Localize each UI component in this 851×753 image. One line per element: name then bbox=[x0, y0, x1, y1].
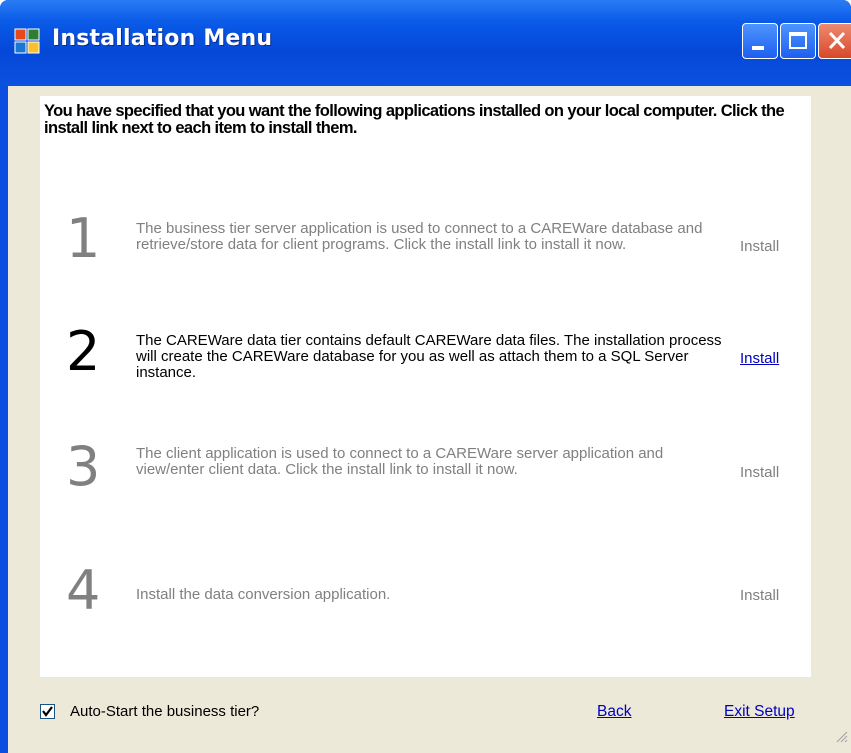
item-number: 1 bbox=[66, 207, 101, 270]
back-link[interactable]: Back bbox=[597, 703, 631, 721]
install-item-4: 4 Install the data conversion applicatio… bbox=[40, 558, 811, 658]
install-link-1[interactable]: Install bbox=[740, 238, 779, 255]
minimize-button[interactable] bbox=[742, 23, 778, 59]
install-item-2: 2 The CAREWare data tier contains defaul… bbox=[40, 323, 811, 423]
instructions-text: You have specified that you want the fol… bbox=[44, 102, 785, 137]
close-icon bbox=[828, 31, 846, 50]
install-link-2[interactable]: Install bbox=[740, 350, 779, 367]
install-items-panel: 1 The business tier server application i… bbox=[40, 182, 811, 677]
item-number: 3 bbox=[66, 435, 101, 498]
resize-grip-icon[interactable] bbox=[834, 729, 848, 743]
install-item-3: 3 The client application is used to conn… bbox=[40, 438, 811, 538]
footer-bar: Auto-Start the business tier? Back Exit … bbox=[8, 677, 851, 753]
dialog-client-area: You have specified that you want the fol… bbox=[8, 86, 851, 753]
item-description: The client application is used to connec… bbox=[136, 445, 664, 478]
item-number: 2 bbox=[66, 320, 101, 383]
install-link-3[interactable]: Install bbox=[740, 464, 779, 481]
checkmark-icon bbox=[42, 706, 53, 717]
title-bar[interactable]: Installation Menu bbox=[0, 0, 851, 86]
minimize-icon bbox=[752, 46, 764, 50]
maximize-button[interactable] bbox=[780, 23, 816, 59]
exit-setup-link[interactable]: Exit Setup bbox=[724, 703, 795, 721]
install-link-4[interactable]: Install bbox=[740, 587, 779, 604]
autostart-label[interactable]: Auto-Start the business tier? bbox=[70, 703, 259, 720]
autostart-checkbox[interactable] bbox=[40, 704, 55, 719]
app-window-icon bbox=[14, 28, 40, 54]
window-title: Installation Menu bbox=[52, 26, 273, 51]
item-number: 4 bbox=[66, 559, 101, 622]
close-button[interactable] bbox=[818, 23, 851, 59]
instructions-panel: You have specified that you want the fol… bbox=[40, 96, 811, 182]
installation-menu-window: Installation Menu You have specified tha… bbox=[0, 0, 851, 753]
maximize-icon bbox=[789, 32, 807, 49]
item-description: The business tier server application is … bbox=[136, 220, 703, 253]
item-description: The CAREWare data tier contains default … bbox=[136, 332, 722, 381]
install-item-1: 1 The business tier server application i… bbox=[40, 210, 811, 310]
item-description: Install the data conversion application. bbox=[136, 586, 391, 603]
